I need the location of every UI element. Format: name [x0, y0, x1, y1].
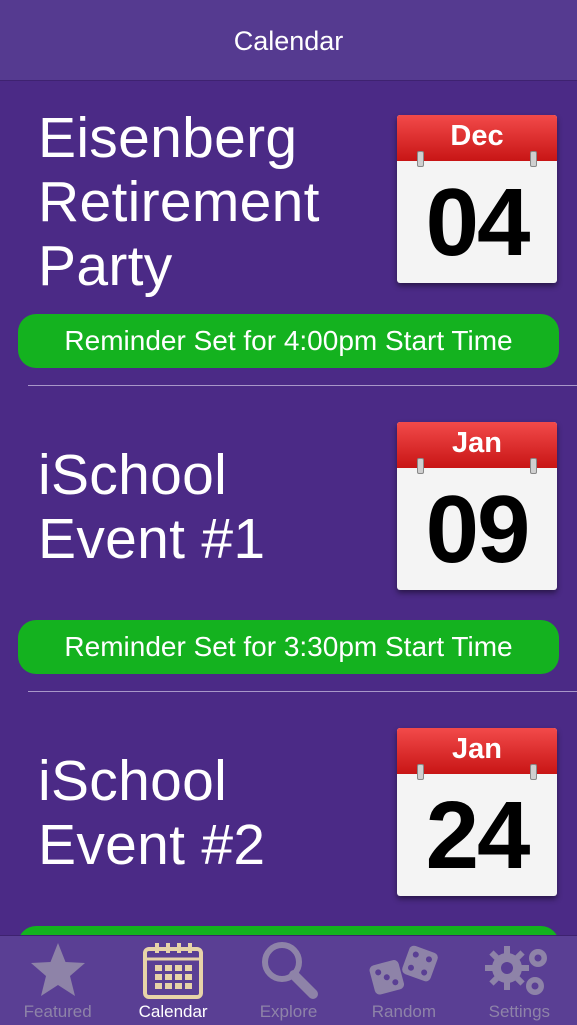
- calendar-icon: [142, 940, 204, 1005]
- row-divider: [28, 385, 577, 386]
- tab-label: Settings: [488, 1002, 551, 1021]
- star-icon: [27, 940, 89, 1005]
- reminder-badge[interactable]: Reminder Set for 4:00pm Start Time: [18, 314, 559, 368]
- event-title: iSchool Event #2: [38, 749, 265, 877]
- tab-calendar[interactable]: Calendar: [115, 936, 230, 1025]
- date-calendar-icon: Jan 24: [397, 728, 557, 896]
- event-title: Eisenberg Retirement Party: [38, 106, 320, 298]
- tab-label: Featured: [23, 1002, 92, 1021]
- dice-icon: [368, 940, 440, 1005]
- tab-settings[interactable]: Settings: [462, 936, 577, 1025]
- event-title-line: Retirement: [38, 170, 320, 234]
- event-day: 04: [425, 169, 531, 276]
- event-item[interactable]: iSchool Event #2 Jan 24: [0, 693, 577, 935]
- event-title-line: iSchool: [38, 749, 228, 813]
- reminder-badge[interactable]: Reminder Set for 3:30pm Start Time: [18, 620, 559, 674]
- event-day: 24: [425, 782, 531, 889]
- tab-random[interactable]: Random: [346, 936, 461, 1025]
- tab-label: Random: [371, 1002, 437, 1021]
- reminder-badge[interactable]: [18, 926, 559, 935]
- page-title: Calendar: [233, 25, 344, 56]
- event-title: iSchool Event #1: [38, 443, 265, 571]
- event-item[interactable]: iSchool Event #1 Jan 09 Reminder Set for…: [0, 387, 577, 694]
- tab-explore[interactable]: Explore: [231, 936, 346, 1025]
- binder-ring-icon: [417, 764, 424, 780]
- event-title-line: iSchool: [38, 443, 228, 507]
- binder-ring-icon: [530, 458, 537, 474]
- binder-ring-icon: [530, 764, 537, 780]
- magnifier-icon: [258, 940, 320, 1005]
- binder-ring-icon: [530, 151, 537, 167]
- binder-ring-icon: [417, 151, 424, 167]
- tab-bar: Featured Calendar Explore Random Setting…: [0, 935, 577, 1025]
- event-list[interactable]: Eisenberg Retirement Party Dec 04 Remind…: [0, 80, 577, 935]
- binder-ring-icon: [417, 458, 424, 474]
- gears-icon: [483, 940, 555, 1005]
- tab-label: Calendar: [138, 1002, 208, 1021]
- tab-featured[interactable]: Featured: [0, 936, 115, 1025]
- event-title-line: Party: [38, 234, 173, 298]
- event-title-line: Event #1: [38, 507, 266, 571]
- event-item[interactable]: Eisenberg Retirement Party Dec 04 Remind…: [0, 80, 577, 387]
- row-divider: [28, 691, 577, 692]
- tab-label: Explore: [259, 1002, 318, 1021]
- date-calendar-icon: Dec 04: [397, 115, 557, 283]
- event-title-line: Eisenberg: [38, 106, 298, 170]
- event-title-line: Event #2: [38, 813, 266, 877]
- date-calendar-icon: Jan 09: [397, 422, 557, 590]
- event-day: 09: [425, 476, 531, 583]
- navigation-bar: Calendar: [0, 0, 577, 81]
